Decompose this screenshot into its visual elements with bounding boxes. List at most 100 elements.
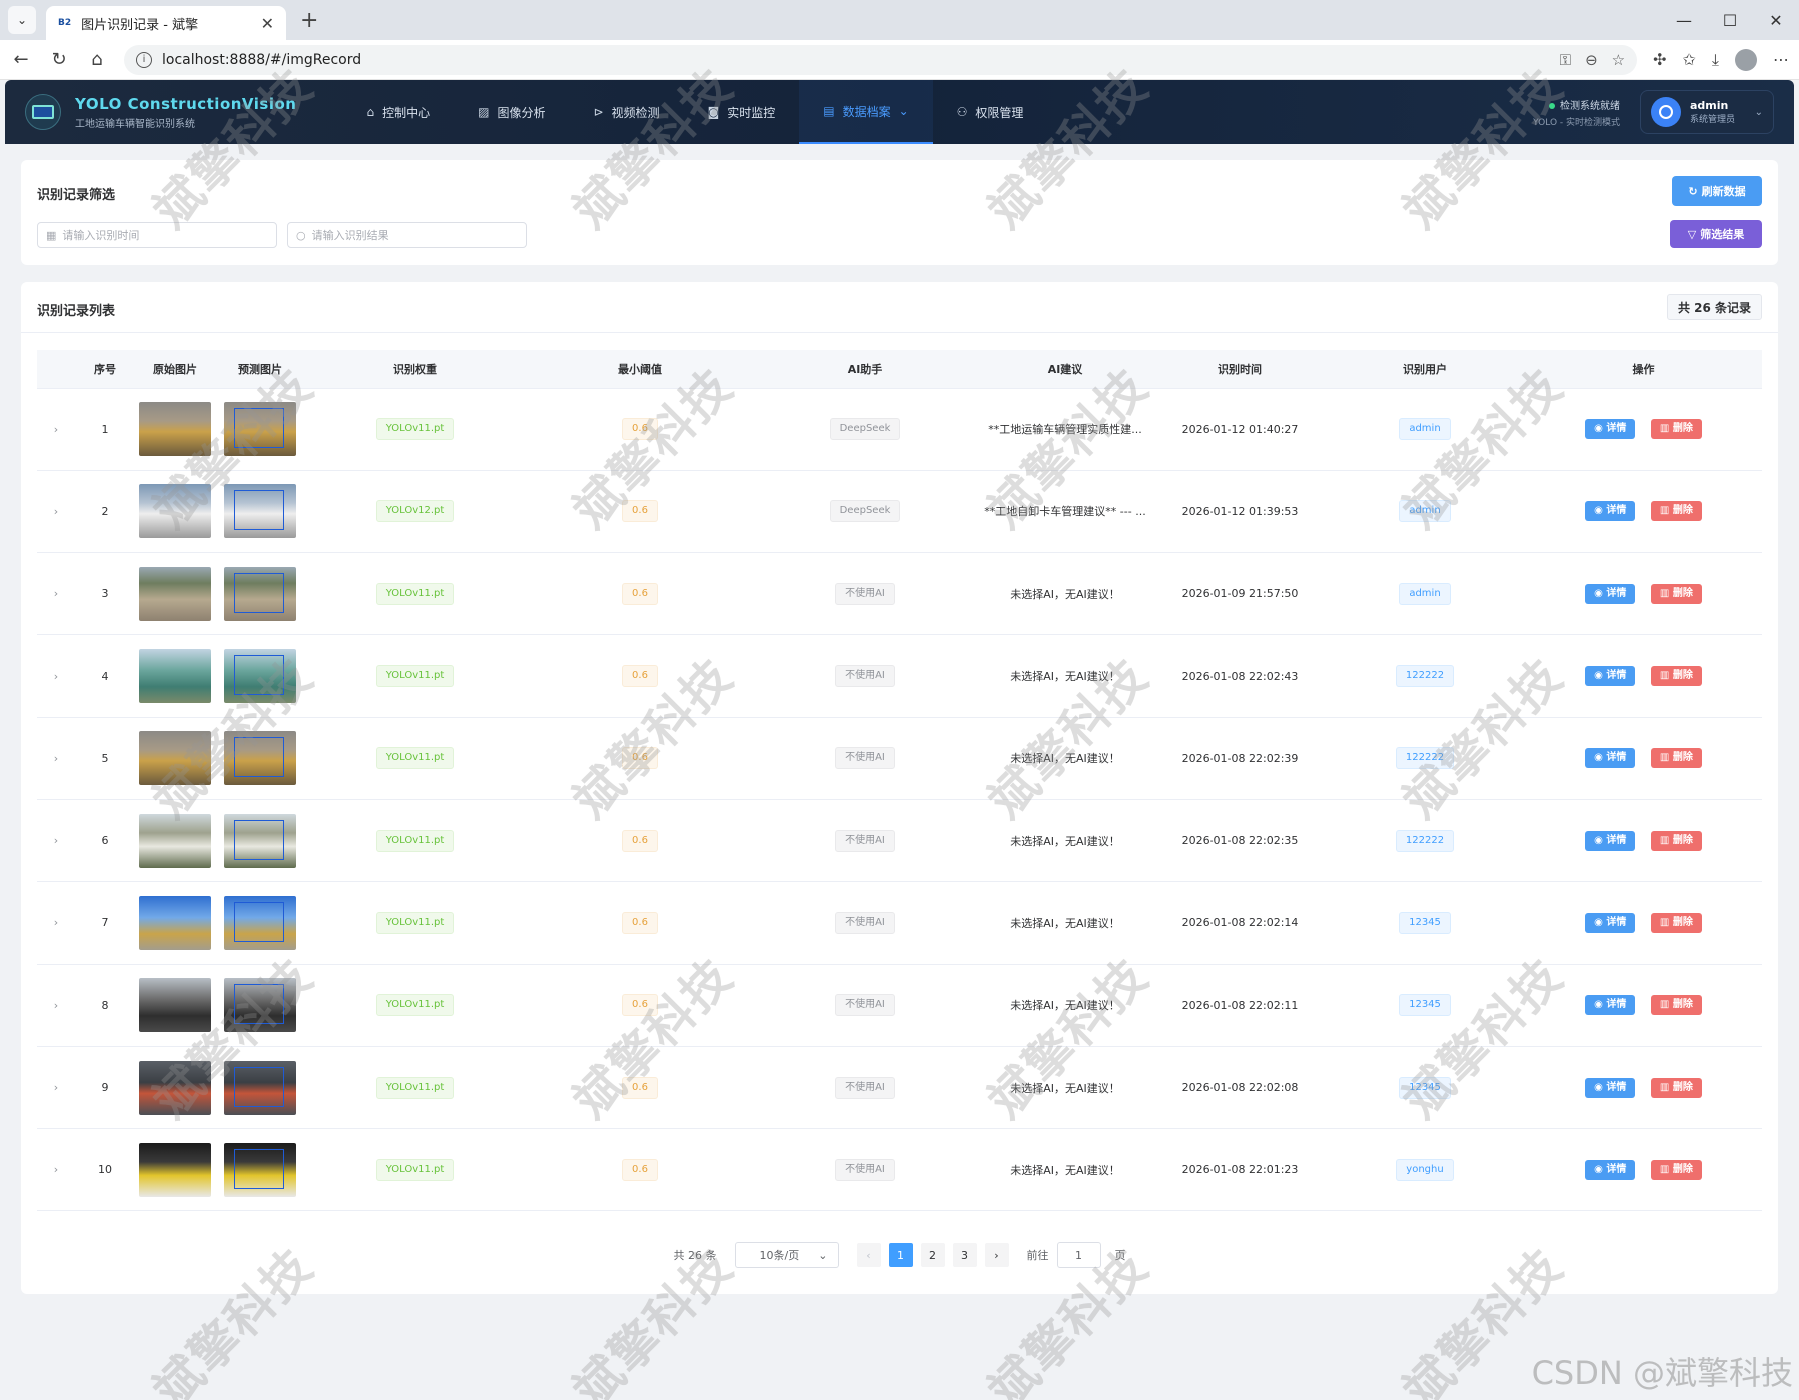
expand-row-icon[interactable]: › (54, 670, 58, 683)
predicted-image[interactable] (224, 813, 296, 868)
detail-button[interactable]: ◉ 详情 (1585, 748, 1636, 769)
original-image[interactable] (139, 978, 211, 1033)
user-menu[interactable]: admin 系统管理员 ⌄ (1640, 90, 1774, 134)
original-image[interactable] (139, 1142, 211, 1197)
expand-row-icon[interactable]: › (54, 916, 58, 929)
refresh-label: 刷新数据 (1701, 185, 1746, 198)
new-tab-icon[interactable]: + (300, 8, 318, 33)
detail-button[interactable]: ◉ 详情 (1585, 830, 1636, 851)
menu-item-permissions[interactable]: ⚇ 权限管理 (933, 80, 1048, 144)
eye-icon: ◉ (1594, 587, 1607, 599)
browser-tab[interactable]: B2 图片识别记录 - 斌擎 ✕ (46, 6, 286, 40)
page-size-select[interactable]: 10条/页 ⌄ (734, 1242, 839, 1268)
result-placeholder: 请输入识别结果 (311, 229, 389, 242)
original-image[interactable] (139, 895, 211, 950)
maximize-icon[interactable]: ☐ (1707, 11, 1753, 30)
original-image[interactable] (139, 813, 211, 868)
detail-button[interactable]: ◉ 详情 (1585, 419, 1636, 440)
time-filter-input[interactable]: ▦ 请输入识别时间 (37, 222, 277, 248)
menu-item-control-center[interactable]: ⌂ 控制中心 (342, 80, 454, 144)
goto-page-input[interactable]: 1 (1056, 1242, 1101, 1268)
refresh-button[interactable]: ↻ 刷新数据 (1672, 176, 1762, 206)
url-field[interactable]: i localhost:8888/#/imgRecord ⚿ ⊖ ☆ (124, 44, 1638, 75)
close-tab-icon[interactable]: ✕ (261, 14, 274, 33)
delete-button[interactable]: ▥ 删除 (1650, 1159, 1702, 1180)
page-button-1[interactable]: 1 (888, 1243, 913, 1267)
predicted-image[interactable] (224, 1142, 296, 1197)
row-index: 4 (75, 634, 135, 718)
filter-button[interactable]: ▽ 筛选结果 (1670, 220, 1762, 248)
predicted-image[interactable] (224, 402, 296, 457)
delete-button[interactable]: ▥ 删除 (1650, 748, 1702, 769)
detail-button[interactable]: ◉ 详情 (1585, 583, 1636, 604)
detail-button[interactable]: ◉ 详情 (1585, 995, 1636, 1016)
next-page-icon[interactable]: › (984, 1243, 1009, 1267)
download-icon[interactable]: ⤓ (1712, 50, 1719, 70)
expand-row-icon[interactable]: › (54, 999, 58, 1012)
expand-row-icon[interactable]: › (54, 423, 58, 436)
predicted-image[interactable] (224, 895, 296, 950)
extensions-icon[interactable]: ✣ (1653, 50, 1666, 69)
predicted-image[interactable] (224, 978, 296, 1033)
result-filter-input[interactable]: ○ 请输入识别结果 (287, 222, 527, 248)
original-image[interactable] (139, 731, 211, 786)
weight-tag: YOLOv11.pt (375, 994, 455, 1017)
delete-button[interactable]: ▥ 删除 (1650, 419, 1702, 440)
delete-button[interactable]: ▥ 删除 (1650, 912, 1702, 933)
original-image[interactable] (139, 484, 211, 539)
detail-button[interactable]: ◉ 详情 (1585, 666, 1636, 687)
site-info-icon[interactable]: i (136, 51, 152, 68)
expand-row-icon[interactable]: › (54, 752, 58, 765)
weight-tag: YOLOv11.pt (375, 418, 455, 441)
page-button-2[interactable]: 2 (920, 1243, 945, 1267)
zoom-icon[interactable]: ⊖ (1585, 51, 1598, 69)
expand-row-icon[interactable]: › (54, 587, 58, 600)
detail-button[interactable]: ◉ 详情 (1585, 501, 1636, 522)
col-index: 序号 (75, 350, 135, 389)
reload-icon[interactable]: ↻ (48, 49, 70, 70)
threshold-tag: 0.6 (622, 582, 658, 605)
original-image[interactable] (139, 649, 211, 704)
prev-page-icon[interactable]: ‹ (856, 1243, 881, 1267)
page-button-3[interactable]: 3 (952, 1243, 977, 1267)
favorite-star-icon[interactable]: ☆ (1612, 51, 1625, 69)
original-image[interactable] (139, 1060, 211, 1115)
table-row: › 4 YOLOv11.pt 0.6 不使用AI 未选择AI，无AI建议！ 20… (37, 634, 1762, 718)
detail-button[interactable]: ◉ 详情 (1585, 1077, 1636, 1098)
predicted-image[interactable] (224, 566, 296, 621)
key-icon[interactable]: ⚿ (1560, 51, 1571, 69)
predicted-image[interactable] (224, 649, 296, 704)
delete-button[interactable]: ▥ 删除 (1650, 995, 1702, 1016)
delete-button[interactable]: ▥ 删除 (1650, 501, 1702, 522)
expand-row-icon[interactable]: › (54, 1163, 58, 1176)
menu-item-video-detection[interactable]: ⊳ 视频检测 (569, 80, 683, 144)
expand-row-icon[interactable]: › (54, 834, 58, 847)
predicted-image[interactable] (224, 484, 296, 539)
more-menu-icon[interactable]: ⋯ (1773, 50, 1789, 69)
predicted-image[interactable] (224, 731, 296, 786)
expand-row-icon[interactable]: › (54, 505, 58, 518)
ai-assistant-tag: DeepSeek (829, 500, 901, 523)
menu-item-realtime-monitor[interactable]: ◙ 实时监控 (684, 80, 800, 144)
favorites-icon[interactable]: ✩ (1683, 50, 1696, 69)
home-browser-icon[interactable]: ⌂ (86, 49, 108, 70)
back-icon[interactable]: ← (10, 49, 32, 70)
original-image[interactable] (139, 566, 211, 621)
window-close-icon[interactable]: ✕ (1753, 11, 1799, 30)
delete-button[interactable]: ▥ 删除 (1650, 1077, 1702, 1098)
tab-list-chevron-icon[interactable]: ⌄ (8, 6, 36, 34)
menu-item-image-analysis[interactable]: ▨ 图像分析 (454, 80, 569, 144)
detail-button[interactable]: ◉ 详情 (1585, 912, 1636, 933)
delete-button[interactable]: ▥ 删除 (1650, 830, 1702, 851)
predicted-image[interactable] (224, 1060, 296, 1115)
expand-row-icon[interactable]: › (54, 1081, 58, 1094)
profile-avatar-icon[interactable] (1735, 48, 1757, 71)
original-image[interactable] (139, 402, 211, 457)
filter-label: 筛选结果 (1700, 228, 1745, 241)
detail-button[interactable]: ◉ 详情 (1585, 1159, 1636, 1180)
delete-button[interactable]: ▥ 删除 (1650, 666, 1702, 687)
delete-button[interactable]: ▥ 删除 (1650, 583, 1702, 604)
minimize-icon[interactable]: — (1661, 11, 1707, 30)
menu-label: 权限管理 (975, 105, 1024, 120)
menu-item-data-archive[interactable]: ▤ 数据档案 ⌄ (799, 80, 933, 144)
